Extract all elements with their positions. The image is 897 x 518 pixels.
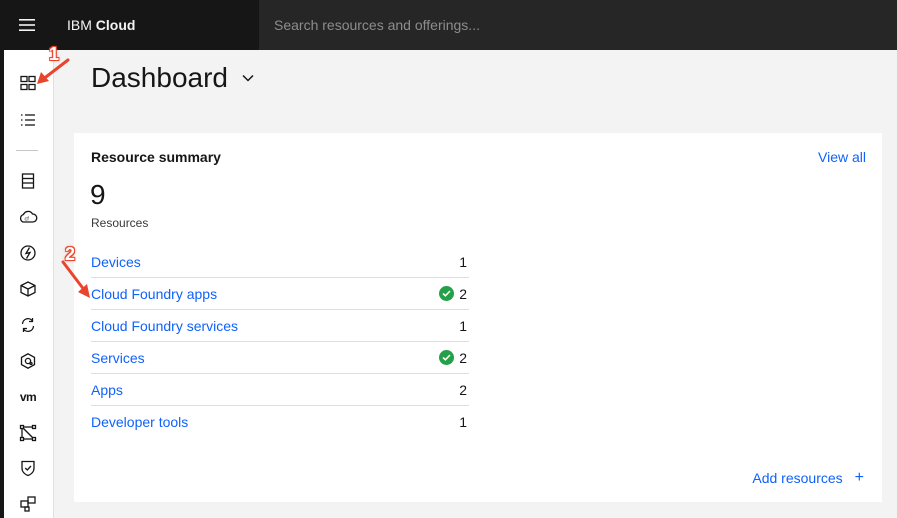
- resource-link-devices[interactable]: Devices: [91, 254, 141, 270]
- resource-summary-card: Resource summary View all 9 Resources De…: [74, 133, 882, 502]
- rail-vmware-button[interactable]: vm: [14, 383, 42, 411]
- openshift-icon: [20, 353, 36, 369]
- rail-functions-button[interactable]: [14, 239, 42, 267]
- chevron-down-icon: [242, 74, 254, 82]
- resource-link-cloud-foundry-services[interactable]: Cloud Foundry services: [91, 318, 238, 334]
- annotation-number-1: 1: [49, 44, 60, 64]
- devops-icon: [21, 318, 35, 332]
- search-bar[interactable]: [259, 0, 897, 50]
- plus-icon: +: [854, 469, 864, 486]
- rail-divider: [16, 150, 38, 151]
- watson-icon: [20, 496, 36, 512]
- resource-list: Devices 1 Cloud Foundry apps 2 Cloud Fou…: [91, 246, 469, 438]
- resource-count: 1: [459, 414, 467, 430]
- card-title: Resource summary: [91, 149, 221, 165]
- resource-count: 2: [459, 381, 467, 398]
- total-resources-label: Resources: [91, 216, 149, 230]
- checkmark-icon: [439, 286, 455, 301]
- resource-count: 2: [439, 286, 469, 302]
- list-item: Developer tools 1: [91, 406, 469, 438]
- brand-logo[interactable]: IBM Cloud: [54, 17, 259, 33]
- top-header: IBM Cloud: [0, 0, 897, 50]
- kubernetes-icon: [20, 281, 36, 297]
- rail-cloud-foundry-button[interactable]: cf: [14, 203, 42, 231]
- rail-dashboard-button[interactable]: [14, 69, 42, 97]
- dashboard-switcher-button[interactable]: [242, 74, 254, 82]
- brand-prefix: IBM: [67, 17, 92, 33]
- svg-text:cf: cf: [25, 217, 30, 223]
- page-title-text: Dashboard: [91, 62, 228, 93]
- cloud-foundry-icon: cf: [19, 210, 38, 223]
- rail-security-button[interactable]: [14, 454, 42, 482]
- rail-edge: [0, 50, 4, 518]
- rail-kubernetes-button[interactable]: [14, 275, 42, 303]
- resource-count: 1: [459, 317, 467, 334]
- rail-interconnectivity-button[interactable]: [14, 419, 42, 447]
- resource-link-cloud-foundry-apps[interactable]: Cloud Foundry apps: [91, 286, 217, 302]
- classic-infrastructure-icon: [21, 173, 35, 189]
- add-resources-button[interactable]: Add resources +: [752, 469, 864, 487]
- resource-count: 2: [439, 350, 469, 366]
- rail-classic-infrastructure-button[interactable]: [14, 167, 42, 195]
- rail-watson-button[interactable]: [14, 490, 42, 518]
- search-input[interactable]: [274, 17, 874, 33]
- add-resources-label: Add resources: [752, 470, 843, 486]
- hamburger-menu-button[interactable]: [0, 0, 54, 50]
- brand-name: Cloud: [95, 17, 136, 33]
- vmware-icon: vm: [19, 390, 37, 404]
- page-title: Dashboard: [91, 62, 254, 94]
- list-item: Cloud Foundry apps 2: [91, 278, 469, 310]
- list-item: Devices 1: [91, 246, 469, 278]
- rail-openshift-button[interactable]: [14, 347, 42, 375]
- total-resources-count: 9: [90, 179, 106, 210]
- resource-link-apps[interactable]: Apps: [91, 382, 123, 398]
- resource-link-services[interactable]: Services: [91, 350, 145, 366]
- rail-resource-list-button[interactable]: [14, 106, 42, 134]
- dashboard-icon: [20, 75, 36, 91]
- view-all-link[interactable]: View all: [818, 149, 866, 165]
- checkmark-icon: [439, 350, 455, 365]
- list-item: Apps 2: [91, 374, 469, 406]
- interconnectivity-icon: [19, 424, 37, 442]
- security-icon: [21, 460, 35, 477]
- list-item: Cloud Foundry services 1: [91, 310, 469, 342]
- resource-link-developer-tools[interactable]: Developer tools: [91, 414, 188, 430]
- resource-list-icon: [21, 114, 35, 126]
- list-item: Services 2: [91, 342, 469, 374]
- resource-count: 1: [459, 253, 467, 270]
- hamburger-icon: [19, 19, 35, 31]
- annotation-number-2: 2: [65, 244, 76, 264]
- rail-devops-button[interactable]: [14, 311, 42, 339]
- functions-icon: [20, 245, 36, 261]
